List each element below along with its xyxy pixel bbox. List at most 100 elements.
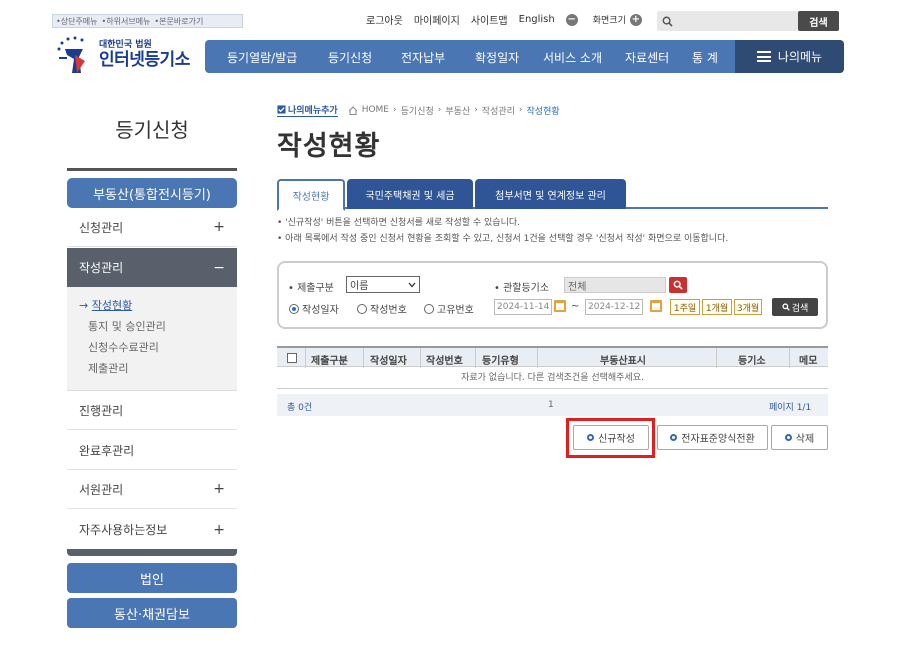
breadcrumb-home[interactable]: HOME [362, 105, 389, 115]
col-property: 부동산표시 [600, 356, 646, 367]
site-logo[interactable]: 대한민국 법원 인터넷등기소 [55, 34, 195, 76]
new-draft-button[interactable]: 신규작성 [573, 425, 649, 450]
zoom-out-icon[interactable]: − [565, 13, 578, 26]
court-emblem-icon [57, 36, 85, 73]
zoom-label: 화면크기 [592, 16, 626, 26]
calendar-icon[interactable] [554, 300, 566, 312]
zoom-in-icon[interactable]: + [629, 13, 642, 26]
expand-plus-icon[interactable]: + [213, 481, 225, 497]
gnb-item-fixed-date[interactable]: 확정일자 [475, 49, 519, 66]
tab-draft-status[interactable]: 작성현황 [277, 179, 345, 211]
chevron-down-icon [408, 282, 416, 287]
logout-link[interactable]: 로그아웃 [366, 12, 403, 27]
page-number[interactable]: 1 [548, 400, 554, 410]
mypage-link[interactable]: 마이페이지 [414, 12, 460, 27]
sidebar-item-form-mgmt[interactable]: 서원관리 + [67, 470, 237, 509]
breadcrumb: 나의메뉴추가 HOME › 등기신청 › 부동산 › 작성관리 › 작성현황 [277, 103, 560, 117]
skip-link-content[interactable]: •본문바로가기 [154, 16, 203, 27]
english-link[interactable]: English [519, 14, 555, 25]
sidebar-divider [67, 168, 237, 171]
submenu-item-notice-approval[interactable]: 통지 및 승인관리 [79, 318, 237, 339]
sidebar-item-frequent-info[interactable]: 자주사용하는정보 + [67, 510, 237, 549]
calendar-icon[interactable] [650, 300, 662, 312]
delete-button[interactable]: 삭제 [771, 425, 828, 450]
gnb-item-data-center[interactable]: 자료센터 [625, 49, 669, 66]
collapse-minus-icon[interactable]: − [213, 260, 225, 276]
breadcrumb-real-estate[interactable]: 부동산 [445, 104, 470, 117]
date-from-input[interactable]: 2024-11-14 [494, 299, 552, 315]
table-header: 제출구분 작성일자 작성번호 등기유형 부동산표시 등기소 메모 [277, 346, 828, 368]
period-1month-button[interactable]: 1개월 [702, 299, 732, 315]
expand-plus-icon[interactable]: + [213, 219, 225, 235]
sidebar-item-label: 자주사용하는정보 [79, 523, 168, 537]
circle-icon [587, 434, 595, 441]
site-search-input[interactable] [657, 11, 798, 31]
sidebar-item-progress-mgmt[interactable]: 진행관리 [67, 391, 237, 430]
my-menu-label: 나의메뉴 [777, 50, 823, 64]
skip-link-main-menu[interactable]: •상단주메뉴 [56, 16, 98, 27]
zoom-control: − 화면크기 + [565, 13, 653, 26]
convert-standard-form-button[interactable]: 전자표준양식전환 [657, 425, 768, 450]
sidebar-item-application-mgmt[interactable]: 신청관리 + [67, 208, 237, 247]
sidebar-item-label: 신청관리 [79, 220, 124, 235]
table-empty-row: 자료가 없습니다. 다른 검색조건을 선택해주세요. [277, 367, 828, 389]
add-favorite-link[interactable]: 나의메뉴추가 [277, 103, 338, 117]
breadcrumb-draft-mgmt[interactable]: 작성관리 [482, 104, 515, 117]
gnb-item-statistics[interactable]: 통 계 [692, 49, 718, 66]
gnb-item-registration[interactable]: 등기신청 [328, 49, 372, 66]
gnb-item-e-payment[interactable]: 전자납부 [401, 49, 445, 66]
submenu-item-draft-status[interactable]: → 작성현황 [79, 297, 237, 318]
court-search-button[interactable] [669, 277, 687, 293]
breadcrumb-current: 작성현황 [526, 106, 560, 117]
date-to-input[interactable]: 2024-12-12 [585, 299, 643, 315]
period-3month-button[interactable]: 3개월 [734, 299, 762, 315]
radio-draft-date[interactable]: 작성일자 [289, 301, 339, 316]
court-field[interactable]: 전체 [564, 277, 666, 293]
sidebar-bottom-bar [67, 549, 237, 556]
radio-draft-number[interactable]: 작성번호 [357, 301, 407, 316]
col-registry-office: 등기소 [738, 356, 766, 367]
sitemap-link[interactable]: 사이트맵 [471, 12, 508, 27]
page-title: 작성현황 [277, 131, 381, 162]
hamburger-icon [756, 51, 771, 62]
submit-type-label: • 제출구분 [288, 283, 334, 294]
submenu-item-submit-mgmt[interactable]: 제출관리 [79, 360, 237, 381]
date-range-dash: ~ [571, 301, 580, 312]
skip-link-sub-menu[interactable]: •하위서브메뉴 [102, 16, 151, 27]
sidebar-item-label: 작성관리 [79, 261, 124, 275]
search-icon [662, 16, 673, 27]
sidebar-item-draft-mgmt[interactable]: 작성관리 − [67, 248, 237, 287]
expand-plus-icon[interactable]: + [213, 522, 225, 538]
period-1week-button[interactable]: 1주일 [670, 299, 700, 315]
radio-icon [424, 304, 434, 314]
sidebar-item-label: 진행관리 [79, 403, 124, 418]
col-draft-number: 작성번호 [426, 356, 463, 367]
gnb-item-service-intro[interactable]: 서비스 소개 [543, 49, 602, 66]
sidebar-movable-collateral-button[interactable]: 동산·채권담보 [67, 598, 237, 628]
logo-line-2: 인터넷등기소 [99, 50, 190, 70]
select-all-checkbox[interactable] [287, 353, 297, 363]
col-reg-type: 등기유형 [482, 356, 519, 367]
utility-bar: 로그아웃 마이페이지 사이트맵 English − 화면크기 + [366, 12, 664, 27]
sidebar-item-post-completion[interactable]: 완료후관리 [67, 431, 237, 470]
breadcrumb-registration[interactable]: 등기신청 [401, 104, 434, 117]
sidebar-section-real-estate[interactable]: 부동산(통합전시등기) [67, 178, 237, 208]
radio-icon [357, 304, 367, 314]
site-search-button[interactable]: 검색 [798, 11, 839, 31]
my-menu-button[interactable]: 나의메뉴 [735, 40, 844, 73]
circle-icon [784, 434, 792, 441]
tab-attachments[interactable]: 첨부서면 및 연계정보 관리 [475, 179, 626, 209]
radio-unique-number[interactable]: 고유번호 [424, 301, 474, 316]
gnb-item-view-issue[interactable]: 등기열람/발급 [227, 49, 297, 66]
logo-line-1: 대한민국 법원 [99, 40, 152, 50]
filter-search-button[interactable]: 검색 [772, 298, 818, 316]
global-nav: 등기열람/발급 등기신청 전자납부 확정일자 서비스 소개 자료센터 통 계 [205, 40, 735, 73]
sidebar-corporation-button[interactable]: 법인 [67, 563, 237, 593]
col-submit-type: 제출구분 [311, 356, 348, 367]
guide-notes: • '신규작성' 버튼을 선택하면 신청서를 새로 작성할 수 있습니다. • … [277, 215, 728, 247]
court-label: • 관할등기소 [494, 283, 550, 294]
submit-type-select[interactable]: 이름 [346, 276, 420, 293]
submenu-item-fee-mgmt[interactable]: 신청수수료관리 [79, 339, 237, 360]
tab-bonds-tax[interactable]: 국민주택채권 및 세금 [347, 179, 473, 209]
search-filter-panel: • 제출구분 이름 • 관할등기소 전체 작성일자 작성번호 고유번호 2024… [277, 261, 828, 329]
